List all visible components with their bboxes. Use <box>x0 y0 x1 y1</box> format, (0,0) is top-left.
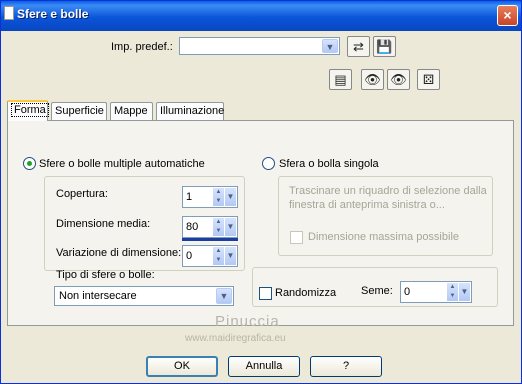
coverage-value: 1 <box>186 191 193 203</box>
tab-superficie[interactable]: Superficie <box>51 102 107 120</box>
watermark-name: Pinuccia <box>215 313 280 330</box>
cancel-button[interactable]: Annulla <box>228 356 300 377</box>
chevron-down-icon[interactable]: ▼ <box>459 283 470 301</box>
variation-label: Variazione di dimensione: <box>56 247 182 259</box>
randomize-checkbox[interactable] <box>259 287 272 300</box>
tab-forma-label: Forma <box>11 103 49 117</box>
coverage-label: Copertura: <box>56 188 108 200</box>
type-dropdown[interactable]: Non intersecare ▼ <box>54 286 234 306</box>
close-button[interactable]: × <box>497 5 518 26</box>
spin-arrows-icon[interactable]: ▲ ▼ <box>213 188 224 206</box>
size-stepper[interactable]: 80 ▲ ▼ ▼ <box>182 216 238 238</box>
eye-icon: 👁 <box>390 72 407 87</box>
dice-icon: ⚄ <box>422 72 435 87</box>
reset-button[interactable]: ▤ <box>329 69 352 90</box>
spin-arrows-icon[interactable]: ▲ ▼ <box>213 247 224 265</box>
tab-forma[interactable]: Forma <box>7 100 49 121</box>
single-sphere-label: Sfera o bolla singola <box>279 158 379 170</box>
ok-button[interactable]: OK <box>146 356 218 377</box>
coverage-stepper[interactable]: 1 ▲ ▼ ▼ <box>182 186 238 208</box>
chevron-down-icon[interactable]: ▼ <box>225 188 236 206</box>
size-slider[interactable] <box>182 238 238 241</box>
max-size-checkbox[interactable] <box>290 231 303 244</box>
chevron-down-icon[interactable]: ▼ <box>225 247 236 265</box>
type-value: Non intersecare <box>59 290 137 302</box>
help-button[interactable]: ? <box>310 356 382 377</box>
reset-icon: ▤ <box>334 72 347 87</box>
variation-value: 0 <box>186 250 193 262</box>
size-label: Dimensione media: <box>56 218 151 230</box>
watermark-url: www.maidiregrafica.eu <box>185 333 286 344</box>
selection-hint: Trascinare un riquadro di selezione dall… <box>289 185 487 211</box>
randomize-label: Randomizza <box>275 287 337 299</box>
preview-button-b[interactable]: 👁 <box>387 69 410 90</box>
chevron-down-icon[interactable]: ▼ <box>216 288 232 304</box>
spin-arrows-icon[interactable]: ▲ ▼ <box>447 283 458 301</box>
tab-mappe[interactable]: Mappe <box>110 102 153 120</box>
randomize-all-button[interactable]: ⚄ <box>417 69 440 90</box>
max-size-label: Dimensione massima possibile <box>308 231 460 243</box>
app-icon <box>4 6 14 20</box>
multiple-spheres-label: Sfere o bolle multiple automatiche <box>39 158 205 170</box>
eye-icon: 👁 <box>364 72 381 87</box>
variation-stepper[interactable]: 0 ▲ ▼ ▼ <box>182 245 238 267</box>
save-preset-button[interactable]: 💾 <box>373 36 396 57</box>
title-bar[interactable]: Sfere e bolle × <box>1 1 521 31</box>
seed-label: Seme: <box>361 285 393 297</box>
load-preset-button[interactable]: ⇄ <box>347 36 370 57</box>
chevron-down-icon[interactable]: ▼ <box>225 218 236 236</box>
preset-dropdown[interactable]: ▼ <box>179 37 340 55</box>
save-preset-icon: 💾 <box>376 39 393 54</box>
dialog-window: Sfere e bolle × Imp. predef.: ▼ ⇄ 💾 ▤ 👁 … <box>0 0 522 384</box>
preview-button-a[interactable]: 👁 <box>361 69 384 90</box>
chevron-down-icon[interactable]: ▼ <box>322 39 338 53</box>
preset-label: Imp. predef.: <box>111 41 173 53</box>
seed-stepper[interactable]: 0 ▲ ▼ ▼ <box>400 281 472 303</box>
multiple-spheres-radio[interactable] <box>23 157 36 170</box>
spin-arrows-icon[interactable]: ▲ ▼ <box>213 218 224 236</box>
radio-selected-dot <box>27 161 32 166</box>
tab-panel-forma: Sfere o bolle multiple automatiche Coper… <box>7 120 514 326</box>
tab-illuminazione[interactable]: Illuminazione <box>156 102 224 120</box>
window-title: Sfere e bolle <box>17 7 89 21</box>
type-label: Tipo di sfere o bolle: <box>56 269 155 281</box>
seed-value: 0 <box>404 286 411 298</box>
load-preset-icon: ⇄ <box>353 39 364 54</box>
single-sphere-radio[interactable] <box>262 157 275 170</box>
size-value: 80 <box>186 221 199 233</box>
